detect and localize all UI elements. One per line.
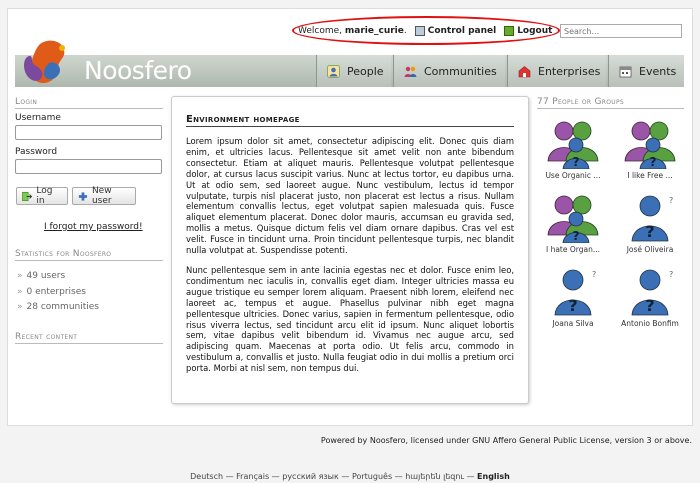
profile-group-item[interactable]: ? I hate Organ... [542,193,604,254]
person-avatar-icon: ?? [542,267,604,317]
language-selector: Deutsch — Français — русский язык — Port… [190,472,510,481]
svg-text:?: ? [573,229,580,243]
profile-person-item[interactable]: ?? José Oliveira [619,193,681,254]
profile-person-item[interactable]: ?? Antonio Bonfim [619,267,681,328]
svg-text:?: ? [568,296,577,315]
people-icon [327,64,340,78]
nav-people[interactable]: People [316,55,391,87]
language-link[interactable]: Français [236,472,269,481]
login-title: Login [15,97,38,107]
profile-name: I like Free ... [627,171,673,180]
people-block-divider [537,108,684,109]
login-divider [15,108,163,109]
profile-name: José Oliveira [626,245,674,254]
profile-name: I hate Organ... [545,245,600,254]
calendar-icon [619,66,632,77]
person-avatar-icon: ?? [619,193,681,243]
highlight-oval [292,16,560,45]
language-link[interactable]: русский язык [282,472,339,481]
powered-by: Powered by Noosfero, licensed under GNU … [320,436,692,445]
statistics-divider [15,260,163,261]
stat-enterprises[interactable]: » 0 enterprises [17,287,86,297]
current-language: English [477,472,510,481]
recent-content-title: Recent content [15,332,78,342]
title-divider [186,126,514,127]
nav-events[interactable]: Events [608,55,684,87]
new-user-button[interactable]: New user [72,186,136,206]
svg-text:?: ? [650,155,657,169]
noosfero-link[interactable]: Noosfero [370,436,406,445]
paragraph-2: Nunc pellentesque sem in ante lacinia eg… [186,265,514,374]
license-link[interactable]: GNU Affero General Public License [472,436,610,445]
group-avatar-icon: ? [619,119,681,169]
double-chevron-icon: » [17,302,22,312]
site-name[interactable]: Noosfero [84,56,192,85]
login-icon [22,191,33,201]
double-chevron-icon: » [17,287,22,297]
noosfero-logo-icon[interactable] [18,38,78,90]
forgot-password-link[interactable]: I forgot my password! [44,222,143,232]
group-avatar-icon: ? [542,193,604,243]
svg-text:?: ? [669,270,673,279]
stat-communities[interactable]: » 28 communities [17,302,99,312]
password-label: Password [15,147,58,157]
language-link[interactable]: Português [352,472,392,481]
stat-users[interactable]: » 49 users [17,271,65,281]
paragraph-1: Lorem ipsum dolor sit amet, consectetur … [186,136,514,256]
password-field[interactable] [15,159,162,174]
person-avatar-icon: ?? [619,267,681,317]
language-link[interactable]: հայերեն լեզու [405,472,464,481]
page-title: Environment homepage [186,114,300,125]
nav-enterprises[interactable]: Enterprises [507,55,606,87]
people-block-title: 77 People or Groups [537,97,625,107]
profile-group-item[interactable]: ? I like Free ... [619,119,681,180]
group-avatar-icon: ? [542,119,604,169]
svg-text:?: ? [645,222,654,241]
double-chevron-icon: » [17,271,22,281]
communities-icon [404,66,417,77]
profile-name: Use Organic ... [545,171,601,180]
language-link[interactable]: Deutsch [190,472,223,481]
username-field[interactable] [15,125,162,140]
profile-person-item[interactable]: ?? Joana Silva [542,267,604,328]
svg-text:?: ? [669,196,673,205]
svg-text:?: ? [573,155,580,169]
statistics-title: Statistics for Noosfero [15,249,112,259]
svg-text:?: ? [592,270,596,279]
nav-communities[interactable]: Communities [393,55,505,87]
recent-content-divider [15,343,163,344]
username-label: Username [15,113,61,123]
login-button[interactable]: Log in [16,186,68,206]
profile-group-item[interactable]: ? Use Organic ... [542,119,604,180]
search-input[interactable] [560,24,682,38]
profile-name: Antonio Bonfim [621,319,679,328]
enterprises-icon [518,65,531,77]
svg-text:?: ? [645,296,654,315]
add-icon [78,191,88,201]
profile-name: Joana Silva [552,319,594,328]
